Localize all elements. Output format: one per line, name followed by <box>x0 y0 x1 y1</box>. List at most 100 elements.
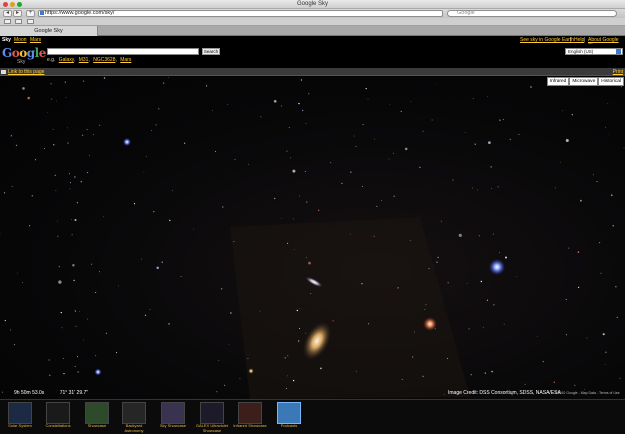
tab-google-sky[interactable]: Google Sky <box>0 26 98 36</box>
star <box>434 83 436 85</box>
tab-label: Google Sky <box>34 28 63 34</box>
layer-infrared-button[interactable]: Infrared <box>546 77 570 86</box>
google-logo[interactable]: Google <box>2 46 46 60</box>
star <box>493 304 495 306</box>
star <box>72 263 75 267</box>
sky-top-nav: Sky Moon Mars See sky in Google Earth | … <box>0 36 625 49</box>
showcase-showcase[interactable]: Showcase <box>80 402 114 434</box>
star <box>15 144 18 147</box>
example-ngc3628[interactable]: NGC3628 <box>93 57 115 63</box>
star <box>4 319 6 322</box>
star <box>58 280 62 284</box>
star <box>228 343 230 345</box>
star <box>27 96 30 100</box>
star <box>468 328 470 330</box>
star <box>304 170 306 173</box>
star <box>98 271 101 273</box>
logo-subtitle: Sky <box>17 59 26 65</box>
address-bar[interactable]: https://www.google.com/sky/ <box>38 10 443 17</box>
star <box>308 93 310 95</box>
star <box>464 132 466 133</box>
star <box>491 370 493 373</box>
star <box>619 377 621 379</box>
showcase-solar-system[interactable]: Solar System <box>3 402 37 434</box>
showcase-thumbnail <box>85 402 109 424</box>
bookmarks-icon[interactable] <box>15 19 22 24</box>
star <box>91 263 93 265</box>
showcase-label: Showcase <box>87 423 107 428</box>
example-galaxy[interactable]: Galaxy <box>59 57 74 63</box>
example-m31[interactable]: M31 <box>79 57 89 63</box>
star <box>161 261 163 263</box>
star <box>393 195 395 197</box>
star <box>82 80 85 82</box>
star <box>292 169 296 173</box>
star <box>218 360 220 361</box>
star <box>212 110 213 112</box>
star <box>434 328 436 330</box>
star <box>86 318 88 320</box>
language-select[interactable]: English (US) <box>565 48 623 55</box>
layer-microwave-button[interactable]: Microwave <box>569 77 599 86</box>
star <box>497 186 499 188</box>
showcase-strip: Solar System Constellations Showcase Bac… <box>0 399 625 434</box>
sky-search-button[interactable]: Search <box>202 48 220 55</box>
link-to-this-page[interactable]: Link to this page <box>8 69 44 75</box>
star <box>482 326 484 328</box>
star <box>308 261 311 265</box>
star <box>69 182 71 184</box>
star <box>55 190 57 191</box>
showcase-backyard-astronomy[interactable]: Backyard Astronomy <box>117 402 151 434</box>
terms-of-use[interactable]: ©2010 Google - Map Data - Terms of Use <box>555 391 620 395</box>
right-ascension: 9h 50m 53.0s <box>14 390 45 396</box>
showcase-sky[interactable]: Sky Showcase <box>156 402 190 434</box>
star <box>608 133 610 135</box>
reading-list-icon[interactable] <box>4 19 11 24</box>
link-help[interactable]: Help <box>574 37 584 43</box>
showcase-galex-ultraviolet[interactable]: GALEX Ultraviolet Showcase <box>195 402 229 434</box>
close-window-icon[interactable] <box>3 2 8 7</box>
nav-mars[interactable]: Mars <box>30 37 41 43</box>
star <box>259 310 261 312</box>
star <box>206 85 208 87</box>
star <box>63 372 65 375</box>
star <box>584 388 585 390</box>
language-value: English (US) <box>568 49 594 54</box>
zoom-window-icon[interactable] <box>17 2 22 7</box>
showcase-podcasts[interactable]: Podcasts <box>272 402 306 434</box>
star <box>491 188 492 189</box>
print-link[interactable]: Print <box>613 69 623 75</box>
minimize-window-icon[interactable] <box>10 2 15 7</box>
star <box>75 325 77 327</box>
top-sites-icon[interactable] <box>27 19 34 24</box>
star <box>509 138 511 141</box>
star <box>290 157 291 159</box>
add-bookmark-button[interactable]: + <box>26 10 35 17</box>
showcase-infrared[interactable]: Infrared Showcase <box>233 402 267 434</box>
example-mars[interactable]: Mars <box>120 57 131 63</box>
star <box>431 119 433 121</box>
star <box>376 205 378 207</box>
address-text: https://www.google.com/sky/ <box>45 10 115 16</box>
browser-search-field[interactable]: Google <box>447 10 617 17</box>
star <box>458 233 462 237</box>
star <box>298 102 300 105</box>
star <box>28 225 31 227</box>
star <box>9 329 12 331</box>
layer-historical-button[interactable]: Historical <box>598 77 624 86</box>
nav-moon[interactable]: Moon <box>14 37 27 43</box>
sky-search-input[interactable] <box>47 48 199 55</box>
star <box>400 110 402 113</box>
star <box>554 187 556 189</box>
showcase-constellations[interactable]: Constellations <box>41 402 75 434</box>
forward-button[interactable]: ▸ <box>13 10 22 17</box>
star <box>74 218 77 222</box>
sky-map[interactable]: Infrared Microwave Historical 9h 50m 53.… <box>0 77 625 399</box>
star <box>95 355 97 357</box>
star <box>353 135 355 137</box>
star <box>616 316 618 318</box>
link-google-earth[interactable]: See sky in Google Earth <box>520 37 574 43</box>
window-title: Google Sky <box>296 1 329 7</box>
star <box>57 235 59 237</box>
back-button[interactable]: ◂ <box>3 10 12 17</box>
